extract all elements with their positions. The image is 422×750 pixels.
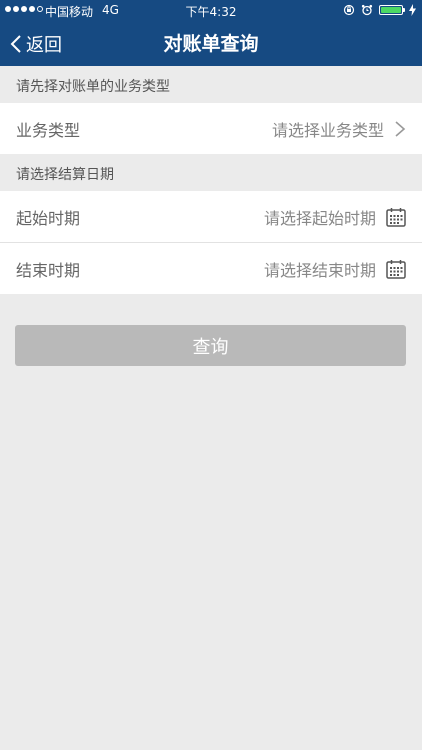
business-type-label: 业务类型 (16, 120, 81, 140)
page-title: 对账单查询 (163, 33, 259, 55)
business-type-row[interactable]: 业务类型 请选择业务类型 (0, 103, 422, 154)
status-icons (343, 4, 416, 16)
start-date-label: 起始时期 (16, 208, 81, 228)
navigation-bar: 返回 对账单查询 (0, 22, 422, 66)
business-section-label: 请先择对账单的业务类型 (16, 79, 170, 95)
header: 中国移动 4G 下午4:32 返回 对账单查询 (0, 0, 422, 66)
query-button[interactable]: 查询 (15, 325, 406, 366)
end-date-row[interactable]: 结束时期 请选择结束时期 (0, 243, 422, 294)
end-date-label: 结束时期 (16, 260, 81, 280)
date-section-label: 请选择结算日期 (16, 167, 114, 183)
start-date-placeholder: 请选择起始时期 (263, 208, 376, 228)
chevron-left-icon (10, 35, 21, 53)
back-button[interactable]: 返回 (10, 22, 62, 66)
business-type-placeholder: 请选择业务类型 (271, 120, 384, 140)
chevron-right-icon (395, 120, 406, 137)
calendar-icon (386, 259, 406, 279)
calendar-icon (386, 207, 406, 227)
back-label: 返回 (26, 35, 62, 56)
start-date-row[interactable]: 起始时期 请选择起始时期 (0, 191, 422, 242)
battery-icon (379, 5, 405, 15)
orientation-lock-icon (343, 4, 355, 16)
end-date-placeholder: 请选择结束时期 (263, 260, 376, 280)
alarm-icon (361, 4, 373, 16)
charging-icon (409, 4, 416, 16)
status-bar: 中国移动 4G 下午4:32 (0, 0, 422, 22)
